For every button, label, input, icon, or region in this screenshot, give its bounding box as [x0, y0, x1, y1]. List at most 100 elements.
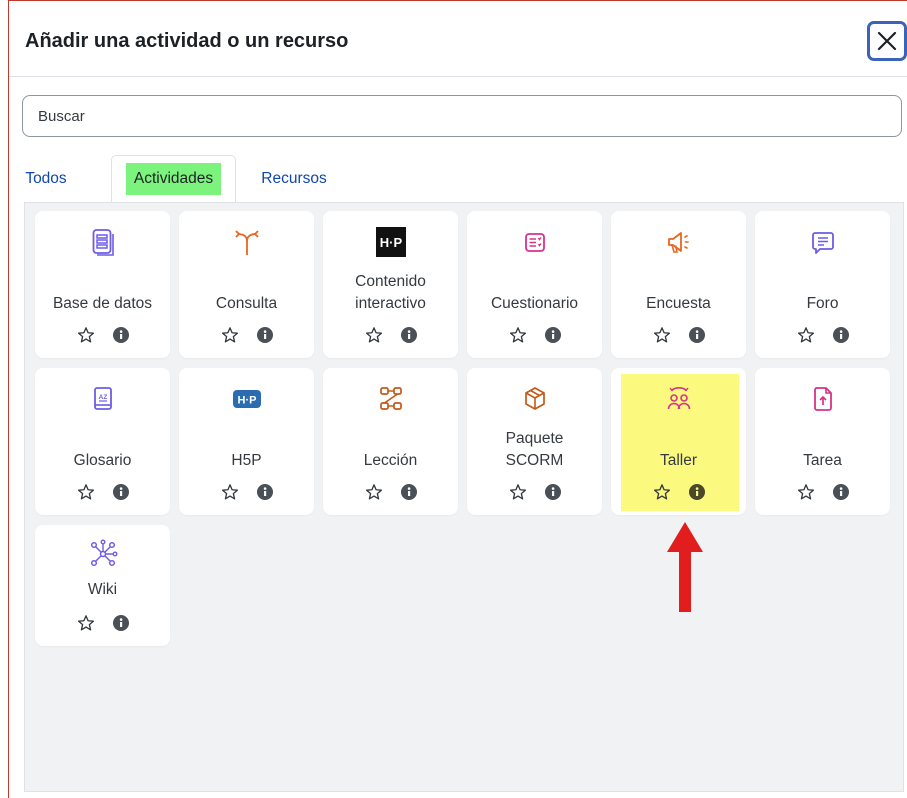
search-field[interactable]	[22, 95, 902, 137]
info-icon	[112, 327, 129, 343]
activity-label: Encuesta	[646, 295, 711, 312]
info-button[interactable]	[256, 484, 273, 500]
favourite-button[interactable]	[221, 326, 239, 344]
tab-recursos[interactable]: Recursos	[254, 155, 334, 202]
activity-label: Base de datos	[52, 295, 153, 312]
tab-actividades-label: Actividades	[125, 163, 222, 195]
activity-label: Lección	[363, 452, 418, 469]
info-icon	[400, 327, 417, 343]
favourite-button[interactable]	[797, 326, 815, 344]
info-icon	[256, 484, 273, 500]
star-icon	[77, 327, 94, 343]
favourite-button[interactable]	[509, 483, 527, 501]
favourite-button[interactable]	[653, 483, 671, 501]
activity-card-consulta[interactable]: Consulta	[179, 211, 314, 358]
info-button[interactable]	[544, 484, 561, 500]
info-button[interactable]	[688, 327, 705, 343]
info-button[interactable]	[400, 327, 417, 343]
activity-card-h5p[interactable]: H·P H5P	[179, 368, 314, 515]
activity-card-encuesta[interactable]: Encuesta	[611, 211, 746, 358]
info-button[interactable]	[400, 484, 417, 500]
activity-card-base-de-datos[interactable]: Base de datos	[35, 211, 170, 358]
info-button[interactable]	[688, 484, 705, 500]
favourite-button[interactable]	[77, 483, 95, 501]
info-icon	[112, 484, 129, 500]
star-icon	[365, 484, 382, 500]
info-icon	[400, 484, 417, 500]
star-icon	[653, 327, 670, 343]
info-icon	[256, 327, 273, 343]
activity-card-wiki[interactable]: Wiki	[35, 525, 170, 646]
info-button[interactable]	[832, 327, 849, 343]
favourite-button[interactable]	[77, 614, 95, 632]
activity-card-taller[interactable]: Taller	[611, 368, 746, 515]
activity-card-foro[interactable]: Foro	[755, 211, 890, 358]
activity-label: Foro	[806, 295, 839, 312]
megaphone-icon	[667, 232, 689, 253]
info-button[interactable]	[112, 484, 129, 500]
favourite-button[interactable]	[221, 483, 239, 501]
star-icon	[221, 484, 238, 500]
info-icon	[832, 484, 849, 500]
quiz-icon	[524, 233, 545, 252]
assignment-icon	[813, 387, 832, 411]
star-icon	[365, 327, 382, 343]
info-button[interactable]	[256, 327, 273, 343]
info-icon	[688, 327, 705, 343]
star-icon	[77, 615, 94, 631]
lesson-icon	[379, 387, 402, 410]
tab-todos[interactable]: Todos	[22, 155, 70, 202]
favourite-button[interactable]	[509, 326, 527, 344]
favourite-button[interactable]	[653, 326, 671, 344]
tab-todos-label: Todos	[25, 169, 67, 187]
activity-label: Contenido interactivo	[355, 273, 426, 312]
favourite-button[interactable]	[797, 483, 815, 501]
database-icon	[92, 229, 114, 256]
info-button[interactable]	[544, 327, 561, 343]
info-icon	[688, 484, 705, 500]
arrow-up-icon	[667, 522, 703, 612]
activity-label: Paquete SCORM	[505, 430, 564, 469]
h5p-icon: H·P	[232, 390, 261, 408]
activity-label: Taller	[659, 452, 698, 469]
activity-card-contenido-interactivo[interactable]: H·P Contenido interactivo	[323, 211, 458, 358]
activity-label: Consulta	[215, 295, 278, 312]
modal-title: Añadir una actividad o un recurso	[25, 30, 349, 52]
activity-card-cuestionario[interactable]: Cuestionario	[467, 211, 602, 358]
info-icon	[832, 327, 849, 343]
tab-actividades[interactable]: Actividades	[111, 155, 236, 202]
activity-card-paquete-scorm[interactable]: Paquete SCORM	[467, 368, 602, 515]
forum-icon	[811, 232, 834, 254]
search-input[interactable]	[23, 96, 901, 136]
tab-recursos-label: Recursos	[261, 169, 327, 187]
favourite-button[interactable]	[77, 326, 95, 344]
glossary-icon: AZ	[93, 387, 112, 410]
info-icon	[112, 615, 129, 631]
activity-label: Glosario	[73, 452, 132, 469]
svg-text:AZ: AZ	[98, 394, 107, 401]
h5p-icon: H·P	[375, 227, 406, 257]
star-icon	[77, 484, 94, 500]
info-button[interactable]	[112, 327, 129, 343]
star-icon	[509, 327, 526, 343]
info-icon	[544, 484, 561, 500]
favourite-button[interactable]	[365, 483, 383, 501]
activity-card-tarea[interactable]: Tarea	[755, 368, 890, 515]
window-left-edge	[8, 0, 9, 798]
star-icon	[797, 484, 814, 500]
info-button[interactable]	[832, 484, 849, 500]
close-button[interactable]	[867, 21, 907, 61]
info-button[interactable]	[112, 615, 129, 631]
star-icon	[221, 327, 238, 343]
modal-header: Añadir una actividad o un recurso	[9, 0, 907, 77]
info-icon	[544, 327, 561, 343]
favourite-button[interactable]	[365, 326, 383, 344]
activity-card-leccion[interactable]: Lección	[323, 368, 458, 515]
activity-card-glosario[interactable]: AZ Glosario	[35, 368, 170, 515]
svg-text:H·P: H·P	[379, 235, 402, 250]
wiki-icon	[90, 539, 118, 567]
close-icon	[877, 31, 897, 51]
activity-label: Wiki	[87, 581, 118, 598]
tab-bar: Todos Actividades Recursos	[22, 155, 902, 202]
activity-grid-panel: Base de datos Consulta H·P Contenido int…	[24, 202, 904, 792]
